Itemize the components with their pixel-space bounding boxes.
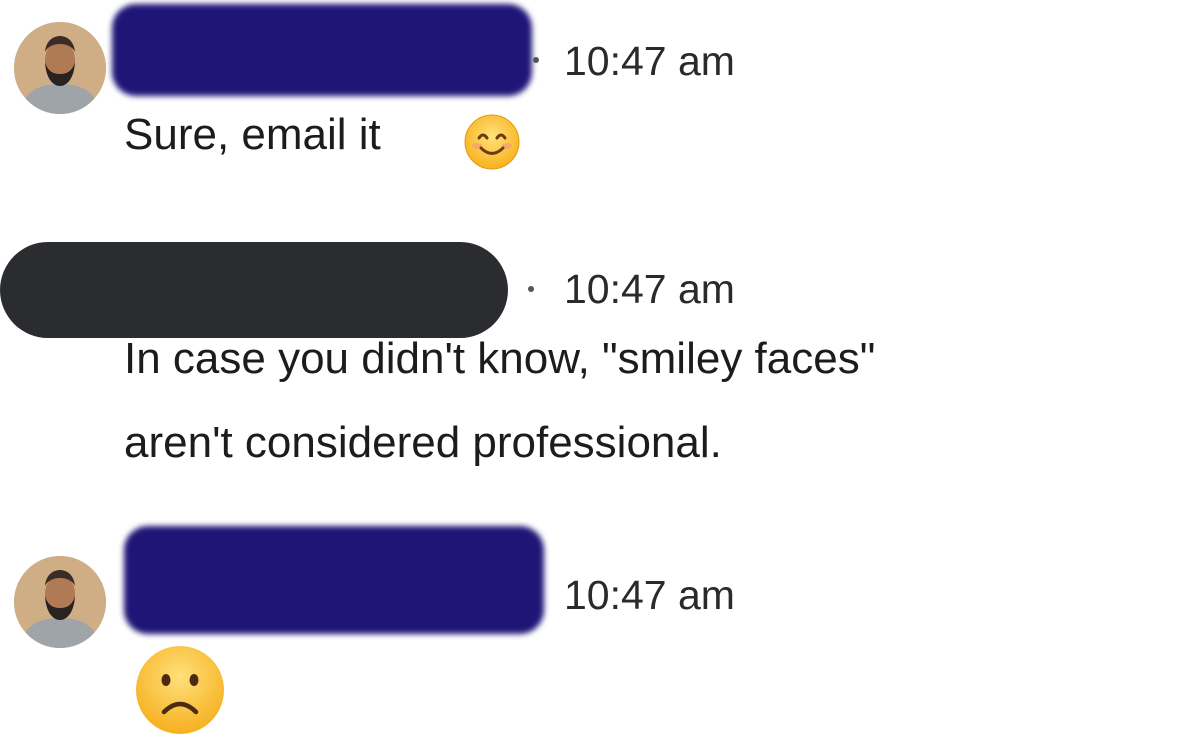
message-text: Sure, email it bbox=[124, 110, 381, 159]
smiling-face-icon bbox=[462, 112, 522, 172]
message-timestamp: 10:47 am bbox=[564, 266, 735, 312]
message-text-line-2: aren't considered professional. bbox=[124, 418, 722, 467]
message-timestamp: 10:47 am bbox=[564, 38, 735, 84]
separator-dot bbox=[533, 57, 539, 63]
avatar[interactable] bbox=[14, 22, 106, 114]
separator-dot bbox=[528, 286, 534, 292]
redacted-sender-name bbox=[124, 526, 544, 634]
redacted-sender-name bbox=[112, 4, 532, 96]
message-3: 10:47 am bbox=[0, 510, 1179, 734]
person-icon bbox=[14, 556, 106, 648]
message-text-line-1: In case you didn't know, "smiley faces" bbox=[124, 334, 876, 383]
person-icon bbox=[14, 22, 106, 114]
avatar[interactable] bbox=[14, 556, 106, 648]
message-2: 10:47 am In case you didn't know, "smile… bbox=[0, 230, 1179, 500]
message-timestamp: 10:47 am bbox=[564, 572, 735, 618]
frowning-face-icon bbox=[132, 642, 228, 738]
message-1: 10:47 am Sure, email it bbox=[0, 0, 1179, 200]
